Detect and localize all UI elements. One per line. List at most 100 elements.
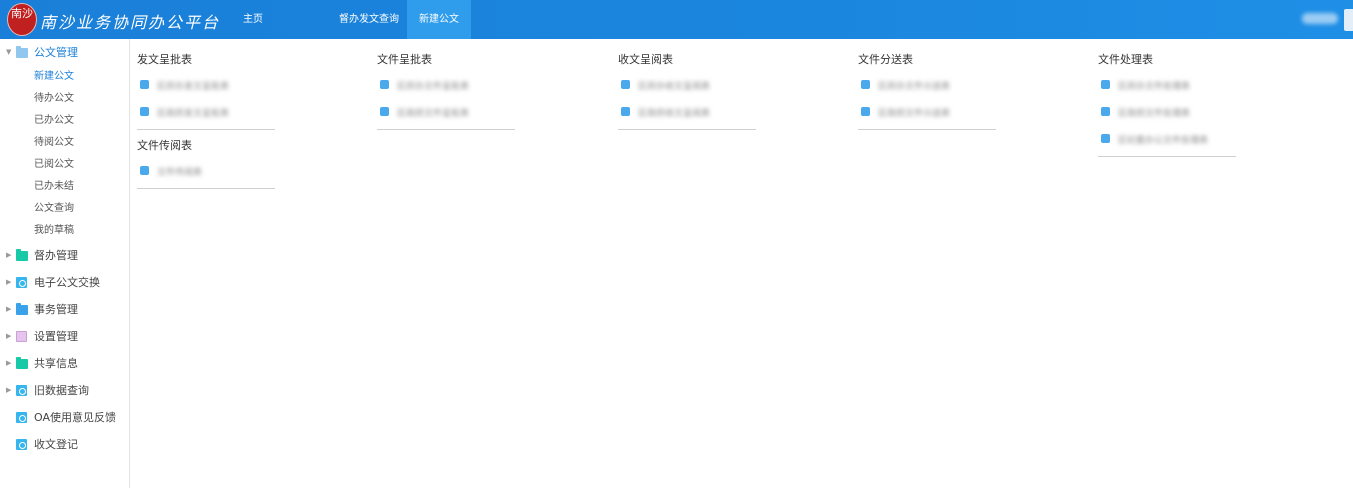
document-icon [621,80,630,89]
caret-right-icon: ▶ [6,332,12,340]
folder-open-icon [16,46,28,58]
caret-right-icon: ▶ [6,278,12,286]
app-title: 南沙业务协同办公平台 [40,13,221,32]
top-header: 南沙 南沙业务协同办公平台 主页 督办发文查询 新建公文 [0,0,1353,39]
card-title: 发文呈批表 [137,53,192,66]
document-icon [140,107,149,116]
card-file-distribution: 文件分送表 区府办文件分送表 区政府文件分送表 [858,50,996,130]
list-item[interactable]: 区政府文件分送表 [858,100,996,127]
sidebar-group-label: 事务管理 [34,303,78,316]
nav-supervision-query-tab[interactable]: 督办发文查询 [333,0,405,39]
sidebar-item-document-query[interactable]: 公文查询 [0,198,129,220]
document-icon [1101,80,1110,89]
sidebar-group-label: 督办管理 [34,249,78,262]
card-file-processing: 文件处理表 区府办文件处理表 区政府文件处理表 区纪委办公文件处理表 [1098,50,1236,157]
card-incoming-reading: 收文呈阅表 区府办收文呈阅表 区政府收文呈阅表 [618,50,756,130]
sidebar-item-handled-documents[interactable]: 已办公文 [0,110,129,132]
sidebar-group-label: 共享信息 [34,357,78,370]
sidebar-group-supervision[interactable]: ▶ 督办管理 [0,242,129,269]
main-content: 发文呈批表 区府办发文呈批表 区政府发文呈批表 文件呈批表 区府办文件呈批表 区… [131,39,1353,488]
list-item[interactable]: 文件传阅表 [137,159,275,186]
list-item[interactable]: 区政府文件呈批表 [377,100,515,127]
sidebar-item-pending-documents[interactable]: 待办公文 [0,88,129,110]
divider [377,129,515,130]
sidebar-group-shared-info[interactable]: ▶ 共享信息 [0,350,129,377]
folder-teal-icon [16,357,28,369]
document-icon [380,80,389,89]
sidebar-group-label: 设置管理 [34,330,78,343]
folder-blue-icon [16,303,28,315]
card-title: 收文呈阅表 [618,53,673,66]
sidebar-group-settings[interactable]: ▶ 设置管理 [0,323,129,350]
card-file-circulation: 文件传阅表 文件传阅表 [137,136,275,189]
list-item[interactable]: 区府办发文呈批表 [137,73,275,100]
card-list: 区府办文件处理表 区政府文件处理表 区纪委办公文件处理表 [1098,73,1236,154]
sidebar-item-to-read-documents[interactable]: 待阅公文 [0,132,129,154]
list-item[interactable]: 区政府文件处理表 [1098,100,1236,127]
sidebar-group-affairs[interactable]: ▶ 事务管理 [0,296,129,323]
list-item[interactable]: 区政府发文呈批表 [137,100,275,127]
sidebar-group-label: 旧数据查询 [34,384,89,397]
sidebar-group-label: 电子公文交换 [34,276,100,289]
user-info[interactable] [1302,13,1338,24]
logo-seal-icon: 南沙 [7,3,37,36]
header-side-button[interactable] [1344,9,1353,31]
list-item[interactable]: 区纪委办公文件处理表 [1098,127,1236,154]
document-icon [140,80,149,89]
list-item[interactable]: 区府办收文呈阅表 [618,73,756,100]
gear-square-icon [16,385,27,396]
document-icon [1101,134,1110,143]
document-icon [140,166,149,175]
sidebar-group-label: 公文管理 [34,46,78,59]
divider [137,188,275,189]
caret-right-icon: ▶ [6,359,12,367]
sidebar-item-read-documents[interactable]: 已阅公文 [0,154,129,176]
list-item[interactable]: 区府办文件分送表 [858,73,996,100]
card-list: 区府办文件分送表 区政府文件分送表 [858,73,996,127]
document-icon [1101,107,1110,116]
card-outgoing-approval: 发文呈批表 区府办发文呈批表 区政府发文呈批表 [137,50,275,130]
nav-home-tab[interactable]: 主页 [236,0,270,39]
sidebar-group-e-document-exchange[interactable]: ▶ 电子公文交换 [0,269,129,296]
card-list: 区府办文件呈批表 区政府文件呈批表 [377,73,515,127]
card-list: 区府办发文呈批表 区政府发文呈批表 [137,73,275,127]
card-title: 文件处理表 [1098,53,1153,66]
list-item[interactable]: 区府办文件呈批表 [377,73,515,100]
sidebar-group-document-management[interactable]: ▼ 公文管理 [0,39,129,66]
settings-square-icon [16,331,27,342]
document-icon [380,107,389,116]
document-submenu: 新建公文 待办公文 已办公文 待阅公文 已阅公文 已办未结 公文查询 我的草稿 [0,66,129,242]
sidebar-group-label: OA使用意见反馈 [34,411,116,424]
caret-down-icon: ▼ [6,48,12,56]
sidebar-item-handled-unfinished[interactable]: 已办未结 [0,176,129,198]
card-file-approval: 文件呈批表 区府办文件呈批表 区政府文件呈批表 [377,50,515,130]
gear-square-icon [16,277,27,288]
card-title: 文件呈批表 [377,53,432,66]
folder-teal-icon [16,249,28,261]
sidebar-item-incoming-registration[interactable]: 收文登记 [0,431,129,458]
sidebar: ▼ 公文管理 新建公文 待办公文 已办公文 待阅公文 已阅公文 已办未结 公文查… [0,39,130,488]
caret-right-icon: ▶ [6,251,12,259]
document-icon [861,107,870,116]
card-title: 文件传阅表 [137,139,192,152]
list-item[interactable]: 区府办文件处理表 [1098,73,1236,100]
divider [137,129,275,130]
nav-new-document-tab[interactable]: 新建公文 [407,0,471,39]
gear-square-icon [16,412,27,423]
list-item[interactable]: 区政府收文呈阅表 [618,100,756,127]
divider [618,129,756,130]
divider [858,129,996,130]
document-icon [861,80,870,89]
sidebar-group-old-data-query[interactable]: ▶ 旧数据查询 [0,377,129,404]
caret-right-icon: ▶ [6,386,12,394]
caret-right-icon: ▶ [6,305,12,313]
card-list: 文件传阅表 [137,159,275,186]
document-icon [621,107,630,116]
divider [1098,156,1236,157]
sidebar-group-label: 收文登记 [34,438,78,451]
card-list: 区府办收文呈阅表 区政府收文呈阅表 [618,73,756,127]
sidebar-item-oa-feedback[interactable]: OA使用意见反馈 [0,404,129,431]
sidebar-item-my-drafts[interactable]: 我的草稿 [0,220,129,242]
card-title: 文件分送表 [858,53,913,66]
sidebar-item-new-document[interactable]: 新建公文 [0,66,129,88]
